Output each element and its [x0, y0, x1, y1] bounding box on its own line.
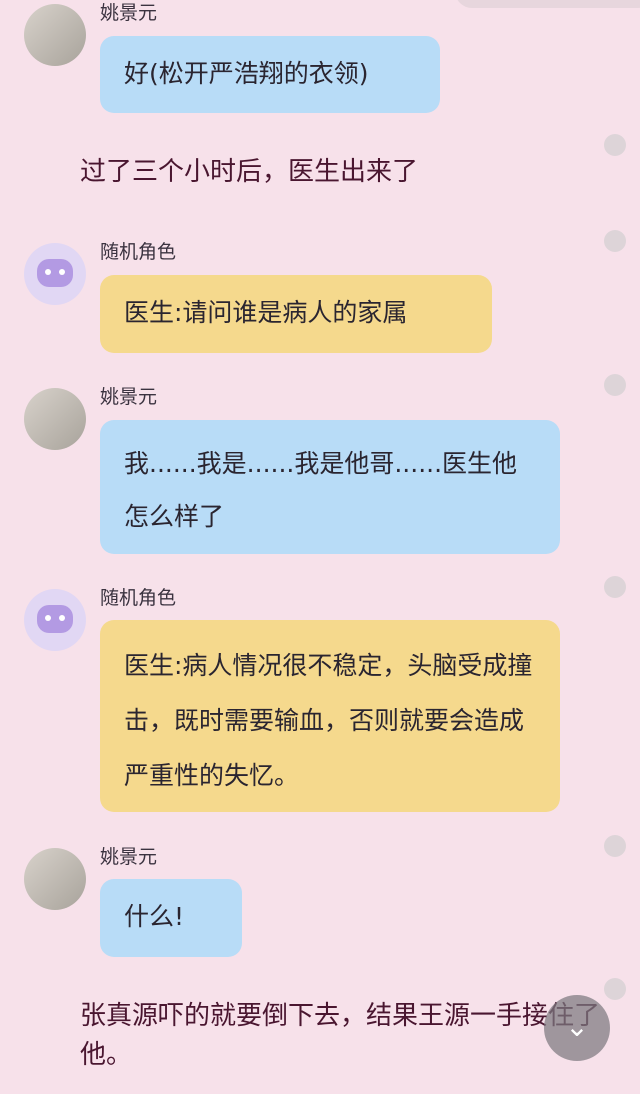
avatar-photo [24, 848, 86, 910]
message-bubble: 好(松开严浩翔的衣领) [100, 36, 440, 113]
chevron-down-icon: ⌄ [565, 1009, 589, 1043]
speaker-name-yao: 姚景元 [100, 2, 158, 24]
robot-face-icon [37, 259, 73, 287]
message-dot [604, 230, 626, 252]
message-dot [604, 835, 626, 857]
avatar-photo [24, 388, 86, 450]
speaker-name-yao: 姚景元 [100, 846, 158, 868]
avatar-photo [24, 4, 86, 66]
speaker-name-yao: 姚景元 [100, 386, 158, 408]
message-dot [604, 978, 626, 1000]
message-dot [604, 134, 626, 156]
speaker-name-random: 随机角色 [100, 587, 177, 609]
narration-text: 张真源吓的就要倒下去，结果王源一手接住了他。 [80, 1001, 601, 1070]
narration-text: 过了三个小时后，医生出来了 [80, 157, 419, 187]
avatar-random-character [24, 589, 86, 651]
message-bubble: 医生:请问谁是病人的家属 [100, 275, 492, 353]
message-bubble: 医生:病人情况很不稳定，头脑受成撞击，既时需要输血，否则就要会造成严重性的失忆。 [100, 620, 560, 812]
speaker-name-random: 随机角色 [100, 241, 177, 263]
message-bubble: 我......我是......我是他哥......医生他怎么样了 [100, 420, 560, 554]
message-dot [604, 374, 626, 396]
message-bubble: 什么! [100, 879, 242, 957]
robot-face-icon [37, 605, 73, 633]
scroll-down-button[interactable]: ⌄ [544, 995, 610, 1061]
top-pill [455, 0, 640, 8]
avatar-random-character [24, 243, 86, 305]
message-dot [604, 576, 626, 598]
